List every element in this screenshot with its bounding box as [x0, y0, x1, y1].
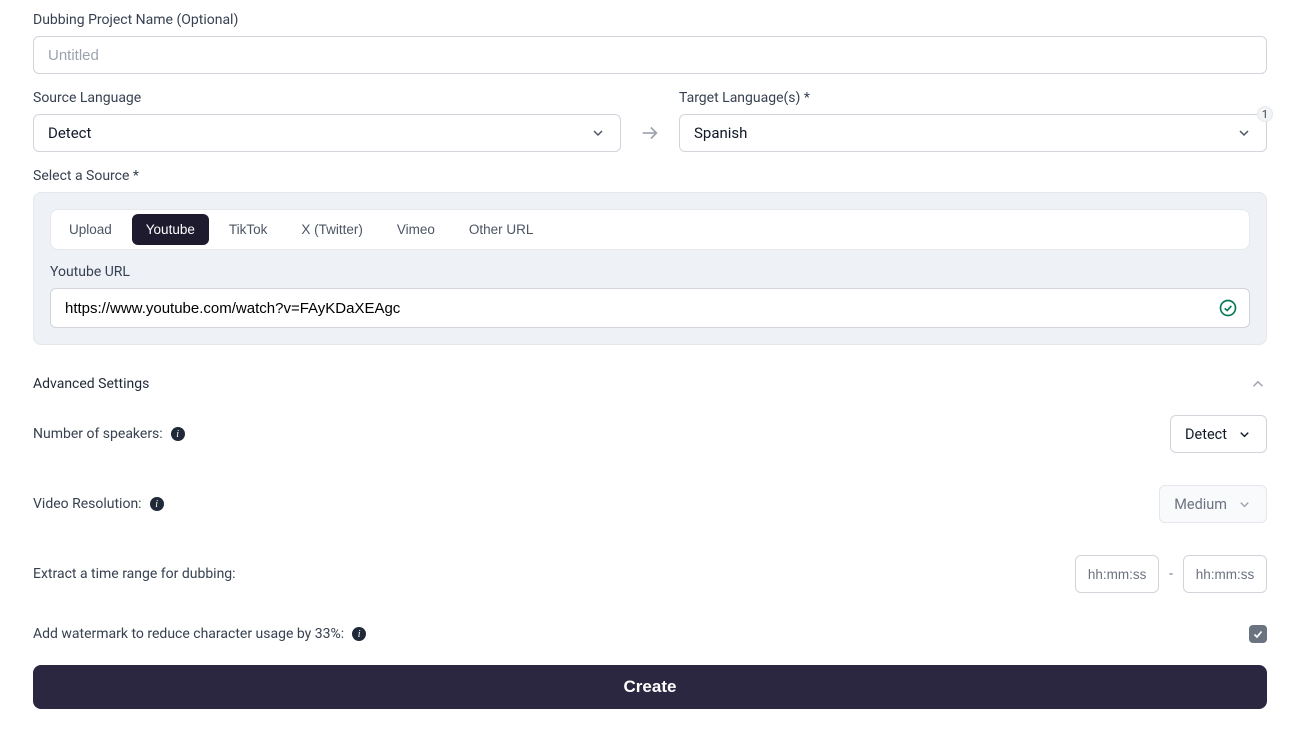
target-language-select[interactable]: Spanish — [679, 114, 1267, 152]
tab-youtube[interactable]: Youtube — [132, 214, 209, 245]
speakers-value: Detect — [1185, 426, 1227, 443]
source-panel: Upload Youtube TikTok X (Twitter) Vimeo … — [33, 192, 1267, 345]
resolution-value: Medium — [1174, 496, 1227, 513]
project-name-input[interactable] — [33, 36, 1267, 74]
timerange-label: Extract a time range for dubbing: — [33, 566, 236, 582]
target-language-label: Target Language(s) * — [679, 90, 1267, 106]
checkmark-circle-icon — [1218, 298, 1238, 318]
chevron-down-icon — [1236, 125, 1252, 141]
timerange-end-input[interactable] — [1183, 555, 1267, 593]
resolution-label: Video Resolution: — [33, 496, 142, 512]
info-icon: i — [171, 427, 185, 441]
speakers-label: Number of speakers: — [33, 426, 163, 442]
timerange-dash: - — [1169, 566, 1173, 582]
youtube-url-input[interactable] — [50, 288, 1250, 328]
source-tabs: Upload Youtube TikTok X (Twitter) Vimeo … — [50, 209, 1250, 250]
source-language-value: Detect — [48, 124, 91, 142]
tab-x-twitter[interactable]: X (Twitter) — [287, 214, 377, 245]
resolution-select[interactable]: Medium — [1159, 485, 1267, 523]
info-icon: i — [352, 627, 366, 641]
source-language-label: Source Language — [33, 90, 621, 106]
watermark-checkbox[interactable] — [1249, 625, 1267, 643]
project-name-label: Dubbing Project Name (Optional) — [33, 12, 1267, 28]
arrow-right-icon — [639, 114, 661, 152]
tab-other-url[interactable]: Other URL — [455, 214, 548, 245]
chevron-up-icon[interactable] — [1249, 375, 1267, 393]
advanced-settings-header: Advanced Settings — [33, 376, 149, 392]
chevron-down-icon — [590, 125, 606, 141]
tab-tiktok[interactable]: TikTok — [215, 214, 282, 245]
chevron-down-icon — [1237, 497, 1252, 512]
timerange-start-input[interactable] — [1075, 555, 1159, 593]
target-count-badge: 1 — [1257, 106, 1273, 122]
speakers-select[interactable]: Detect — [1170, 415, 1267, 453]
youtube-url-label: Youtube URL — [50, 264, 1250, 280]
target-language-value: Spanish — [694, 124, 747, 142]
watermark-label: Add watermark to reduce character usage … — [33, 626, 344, 642]
tab-vimeo[interactable]: Vimeo — [383, 214, 449, 245]
check-icon — [1252, 628, 1264, 640]
select-source-label: Select a Source * — [33, 168, 1267, 184]
chevron-down-icon — [1237, 427, 1252, 442]
source-language-select[interactable]: Detect — [33, 114, 621, 152]
tab-upload[interactable]: Upload — [55, 214, 126, 245]
create-button[interactable]: Create — [33, 665, 1267, 709]
info-icon: i — [150, 497, 164, 511]
